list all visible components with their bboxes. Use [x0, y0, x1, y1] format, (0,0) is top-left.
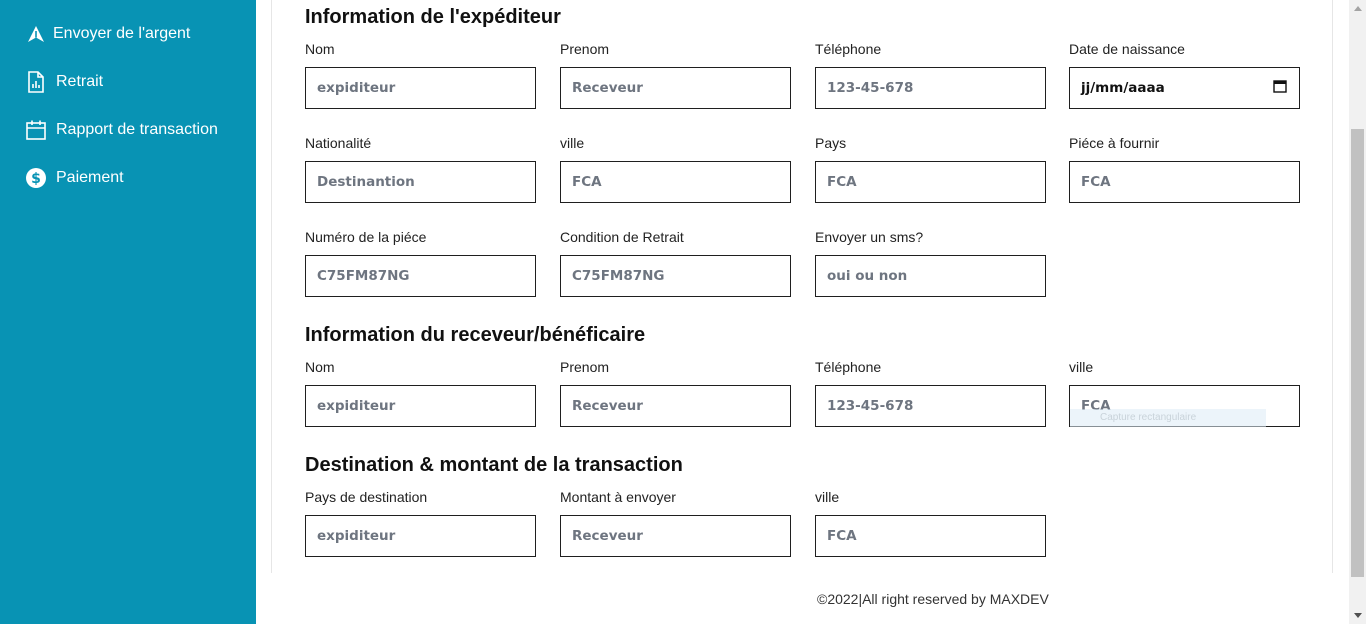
sender-ville-label: ville: [560, 135, 585, 151]
destination-montant-input[interactable]: [560, 515, 791, 557]
sender-nom-label: Nom: [305, 41, 335, 57]
sender-section-title: Information de l'expéditeur: [305, 6, 561, 28]
sidebar-item-envoyer[interactable]: Envoyer de l'argent: [25, 20, 190, 48]
calendar-picker-icon[interactable]: [1273, 79, 1287, 97]
sender-condition-label: Condition de Retrait: [560, 229, 684, 245]
destination-pays-input[interactable]: [305, 515, 536, 557]
sidebar-item-label: Rapport de transaction: [56, 121, 218, 138]
sender-prenom-label: Prenom: [560, 41, 610, 57]
sidebar-item-rapport[interactable]: Rapport de transaction: [25, 116, 218, 144]
destination-pays-label: Pays de destination: [305, 489, 428, 505]
receiver-nom-input[interactable]: [305, 385, 536, 427]
sidebar: Envoyer de l'argent Retrait Rapport de t…: [0, 0, 256, 624]
sender-nom-input[interactable]: [305, 67, 536, 109]
destination-section-title: Destination & montant de la transaction: [305, 454, 683, 476]
sender-naissance-label: Date de naissance: [1069, 41, 1185, 57]
sender-ville-input[interactable]: [560, 161, 791, 203]
sender-sms-input[interactable]: [815, 255, 1046, 297]
receiver-ville-label: ville: [1069, 359, 1094, 375]
sender-prenom-input[interactable]: [560, 67, 791, 109]
receipt-icon: [25, 71, 47, 93]
sidebar-item-paiement[interactable]: $ Paiement: [25, 164, 124, 192]
destination-ville-input[interactable]: [815, 515, 1046, 557]
sidebar-item-label: Paiement: [56, 169, 124, 186]
vertical-scrollbar[interactable]: [1349, 0, 1366, 624]
sidebar-item-label: Retrait: [56, 73, 104, 90]
dollar-icon: $: [25, 167, 47, 189]
sender-condition-input[interactable]: [560, 255, 791, 297]
sender-piece-input[interactable]: [1069, 161, 1300, 203]
calendar-icon: [25, 119, 47, 141]
sender-pays-label: Pays: [815, 135, 847, 151]
sender-numero-piece-input[interactable]: [305, 255, 536, 297]
sender-telephone-input[interactable]: [815, 67, 1046, 109]
receiver-telephone-input[interactable]: [815, 385, 1046, 427]
receiver-prenom-input[interactable]: [560, 385, 791, 427]
sender-piece-label: Piéce à fournir: [1069, 135, 1160, 151]
sender-pays-input[interactable]: [815, 161, 1046, 203]
receiver-prenom-label: Prenom: [560, 359, 610, 375]
scroll-thumb[interactable]: [1351, 129, 1364, 577]
footer-copyright: ©2022|All right reserved by MAXDEV: [817, 591, 1049, 607]
sender-nationalite-input[interactable]: [305, 161, 536, 203]
sidebar-item-retrait[interactable]: Retrait: [25, 68, 103, 96]
sender-naissance-input[interactable]: jj/mm/aaaa: [1069, 67, 1300, 109]
receiver-ville-input[interactable]: [1069, 385, 1300, 427]
destination-montant-label: Montant à envoyer: [560, 489, 676, 505]
svg-text:$: $: [31, 171, 41, 187]
receiver-telephone-label: Téléphone: [815, 359, 882, 375]
receiver-section-title: Information du receveur/bénéficaire: [305, 324, 646, 346]
scroll-down-arrow-icon[interactable]: [1349, 607, 1366, 624]
sidebar-item-label: Envoyer de l'argent: [53, 25, 191, 42]
receiver-nom-label: Nom: [305, 359, 335, 375]
send-icon: [25, 23, 47, 45]
sender-telephone-label: Téléphone: [815, 41, 882, 57]
sender-sms-label: Envoyer un sms?: [815, 229, 924, 245]
destination-ville-label: ville: [815, 489, 840, 505]
sender-numero-piece-label: Numéro de la piéce: [305, 229, 427, 245]
date-value: jj/mm/aaaa: [1081, 80, 1165, 96]
sender-nationalite-label: Nationalité: [305, 135, 372, 151]
scroll-up-arrow-icon[interactable]: [1349, 0, 1366, 17]
